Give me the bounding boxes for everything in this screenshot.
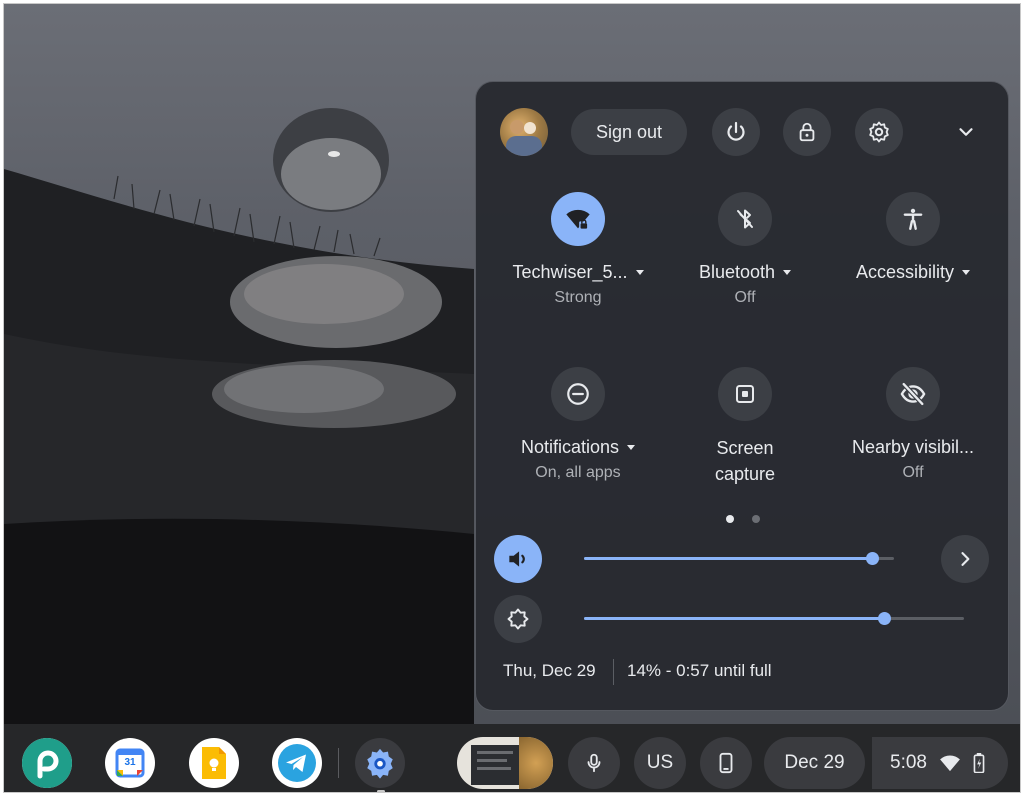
accessibility-icon (903, 208, 923, 230)
notifications-tile-label: Notifications (520, 437, 620, 457)
page-indicator (726, 515, 760, 523)
gear-icon (869, 121, 889, 143)
bluetooth-toggle[interactable] (718, 192, 772, 246)
volume-slider-fill (584, 557, 872, 560)
power-button[interactable] (712, 108, 760, 156)
volume-icon (509, 551, 525, 567)
volume-slider-thumb[interactable] (866, 552, 879, 565)
audio-settings-button[interactable] (941, 535, 989, 583)
settings-button[interactable] (855, 108, 903, 156)
accessibility-tile[interactable]: Accessibility (828, 192, 998, 283)
nearby-visibility-toggle[interactable] (886, 367, 940, 421)
chevron-down-icon (959, 128, 973, 136)
battery-charging-icon (973, 753, 985, 773)
page-dot-1[interactable] (726, 515, 734, 523)
volume-slider[interactable] (584, 552, 894, 565)
picsart-app-icon[interactable] (22, 738, 72, 788)
microphone-button[interactable] (568, 737, 620, 789)
notifications-toggle[interactable] (551, 367, 605, 421)
nearby-visibility-tile-label: Nearby visibil... (851, 437, 975, 457)
lock-icon (799, 122, 815, 142)
calendar-badge: 31 (124, 757, 136, 768)
accessibility-toggle[interactable] (886, 192, 940, 246)
settings-app-icon[interactable] (355, 738, 405, 788)
volume-mute-button[interactable] (494, 535, 542, 583)
brightness-slider-thumb[interactable] (878, 612, 891, 625)
brightness-slider-fill (584, 617, 884, 620)
google-keep-app-icon[interactable] (189, 738, 239, 788)
date-label[interactable]: Thu, Dec 29 (503, 661, 596, 681)
user-avatar[interactable] (500, 108, 548, 156)
bluetooth-off-icon (737, 209, 753, 229)
brightness-button[interactable] (494, 595, 542, 643)
caret-down-icon (962, 270, 971, 275)
clock-time: 5:08 (890, 752, 927, 773)
telegram-app-icon[interactable] (272, 738, 322, 788)
notifications-tile-status: On, all apps (535, 464, 621, 481)
network-tile-label: Techwiser_5... (512, 262, 628, 282)
bluetooth-tile[interactable]: Bluetooth Off (660, 192, 830, 307)
date-tray-button[interactable]: Dec 29 (764, 737, 865, 789)
wifi-lock-icon (566, 209, 590, 230)
bluetooth-tile-status: Off (734, 289, 756, 306)
phone-icon (719, 752, 733, 774)
window-preview-thumbnail[interactable] (457, 737, 553, 789)
do-not-disturb-icon (567, 383, 589, 405)
screenshot-frame: Sign out Techwiser_5... Strong Bluetooth… (3, 3, 1021, 793)
visibility-off-icon (900, 382, 926, 406)
running-app-indicator (377, 790, 385, 792)
network-toggle[interactable] (551, 192, 605, 246)
nearby-visibility-tile-status: Off (902, 464, 924, 481)
gear-icon (367, 748, 393, 779)
phone-hub-button[interactable] (700, 737, 752, 789)
power-icon (727, 121, 745, 141)
caret-down-icon (783, 270, 792, 275)
screen-capture-icon (736, 385, 754, 403)
screen-capture-label-line2: capture (714, 464, 776, 484)
nearby-visibility-tile[interactable]: Nearby visibil... Off (828, 367, 998, 482)
battery-status[interactable]: 14% - 0:57 until full (627, 661, 772, 681)
sign-out-button[interactable]: Sign out (571, 109, 687, 155)
brightness-icon (507, 608, 529, 630)
caret-down-icon (627, 445, 636, 450)
caret-down-icon (635, 270, 644, 275)
accessibility-tile-label: Accessibility (855, 262, 955, 282)
lock-button[interactable] (783, 108, 831, 156)
network-tile[interactable]: Techwiser_5... Strong (493, 192, 663, 307)
collapse-button[interactable] (946, 112, 986, 152)
notifications-tile[interactable]: Notifications On, all apps (493, 367, 663, 482)
bluetooth-tile-label: Bluetooth (698, 262, 776, 282)
chevron-right-icon (961, 552, 970, 566)
picsart-logo-icon (22, 738, 72, 788)
shelf-divider (338, 748, 339, 778)
wifi-icon (940, 755, 960, 772)
keep-icon (202, 747, 226, 779)
page-dot-2[interactable] (752, 515, 760, 523)
input-method-button[interactable]: US (634, 737, 686, 789)
google-calendar-app-icon[interactable]: 31 (105, 738, 155, 788)
footer-divider (613, 659, 614, 685)
screen-capture-tile[interactable]: Screen capture (660, 367, 830, 487)
screen-capture-toggle[interactable] (718, 367, 772, 421)
screen-capture-label-line1: Screen (716, 438, 774, 458)
quick-settings-panel: Sign out Techwiser_5... Strong Bluetooth… (475, 81, 1009, 711)
status-area-button[interactable]: 5:08 (872, 737, 1008, 789)
network-tile-status: Strong (554, 289, 602, 306)
microphone-icon (587, 753, 601, 773)
telegram-logo-icon (278, 744, 316, 782)
brightness-slider[interactable] (584, 612, 964, 625)
